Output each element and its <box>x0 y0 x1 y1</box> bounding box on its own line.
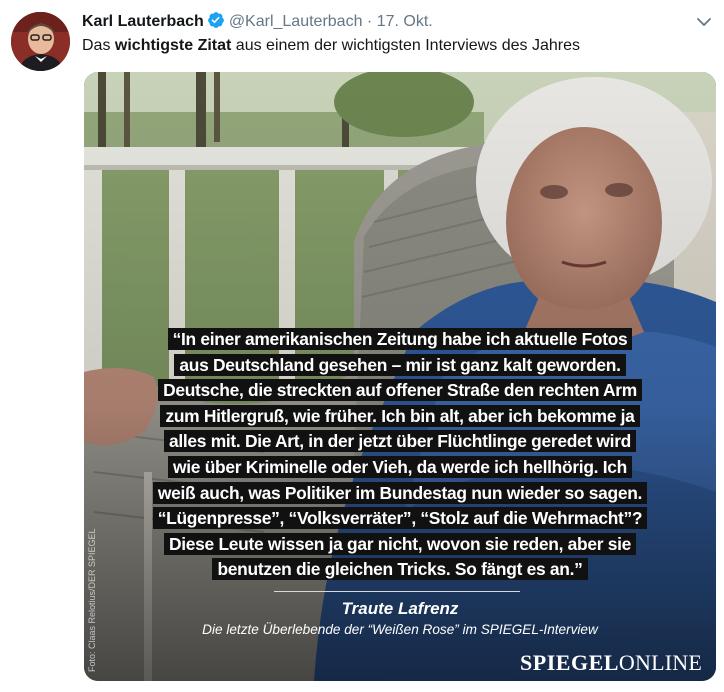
tweet-date[interactable]: 17. Okt. <box>377 13 433 30</box>
avatar-photo <box>11 12 70 71</box>
logo-regular: ONLINE <box>618 650 702 675</box>
author-handle[interactable]: @Karl_Lauterbach <box>229 13 363 30</box>
quote-line: aus Deutschland gesehen – mir ist ganz k… <box>84 353 716 379</box>
quote-line: alles mit. Die Art, in der jetzt über Fl… <box>84 429 716 455</box>
tweet-text: Das wichtigste Zitat aus einem der wicht… <box>82 35 580 57</box>
quote-line: “In einer amerikanischen Zeitung habe ic… <box>84 327 716 353</box>
spiegel-online-logo: SPIEGELONLINE <box>520 650 702 676</box>
quote-line: Diese Leute wissen ja gar nicht, wovon s… <box>84 532 716 558</box>
tweet-text-part: aus einem der wichtigsten Interviews des… <box>231 37 580 54</box>
photo-credit: Foto: Claas Relotius/DER SPIEGEL <box>87 528 97 672</box>
author-name[interactable]: Karl Lauterbach <box>82 13 204 30</box>
quote-line: “Lügenpresse”, “Volksverräter”, “Stolz a… <box>84 506 716 532</box>
quote-subtitle: Die letzte Überlebende der “Weißen Rose”… <box>202 622 598 637</box>
verified-badge-icon <box>207 11 225 36</box>
logo-bold: SPIEGEL <box>520 650 619 675</box>
separator-dot: · <box>366 13 373 30</box>
quote-line: Deutsche, die streckten auf offener Stra… <box>84 378 716 404</box>
chevron-down-icon[interactable] <box>696 14 712 35</box>
tweet-media-image[interactable]: “In einer amerikanischen Zeitung habe ic… <box>84 72 716 681</box>
quote-line: wie über Kriminelle oder Vieh, da werde … <box>84 455 716 481</box>
quote-line: zum Hitlergruß, wie früher. Ich bin alt,… <box>84 404 716 430</box>
quote-author: Traute Lafrenz <box>341 599 459 618</box>
quote-line: benutzen die gleichen Tricks. So fängt e… <box>84 557 716 583</box>
tweet-header: Karl Lauterbach @Karl_Lauterbach · 17. Ok… <box>82 11 724 33</box>
avatar[interactable] <box>11 12 70 71</box>
quote-text: “In einer amerikanischen Zeitung habe ic… <box>84 327 716 583</box>
tweet-text-part: Das <box>82 37 115 54</box>
tweet-text-bold: wichtigste Zitat <box>114 37 232 54</box>
divider <box>274 591 520 592</box>
quote-line: weiß auch, was Politiker im Bundestag nu… <box>84 481 716 507</box>
